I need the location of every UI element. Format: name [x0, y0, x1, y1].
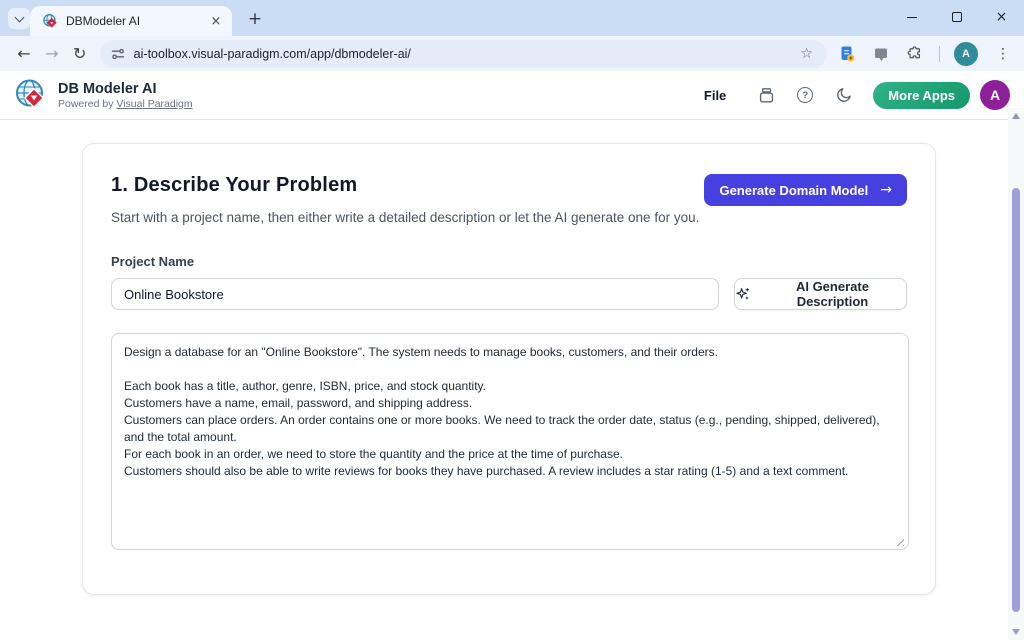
powered-by-prefix: Powered by	[58, 98, 116, 110]
window-minimize-button[interactable]	[889, 0, 934, 34]
powered-by: Powered by Visual Paradigm	[58, 98, 193, 110]
describe-problem-card: 1. Describe Your Problem Start with a pr…	[82, 143, 936, 595]
browser-tab-active[interactable]: DBModeler AI ×	[30, 6, 232, 36]
page-scrollbar[interactable]	[1008, 108, 1024, 640]
window-maximize-button[interactable]	[934, 0, 979, 34]
user-avatar[interactable]: A	[980, 80, 1010, 110]
tab-title: DBModeler AI	[66, 14, 208, 28]
tab-close-icon[interactable]: ×	[208, 13, 224, 29]
page-title: 1. Describe Your Problem	[111, 174, 704, 197]
visual-paradigm-link[interactable]: Visual Paradigm	[116, 98, 192, 110]
close-icon: ×	[996, 9, 1008, 25]
extension-chat-icon[interactable]	[871, 44, 891, 64]
generate-domain-model-button[interactable]: Generate Domain Model →	[704, 174, 907, 206]
new-tab-button[interactable]: +	[244, 8, 266, 30]
browser-menu-icon[interactable]: ⋮	[992, 46, 1014, 62]
window-close-button[interactable]: ×	[979, 0, 1024, 34]
toolbar-separator	[939, 46, 940, 62]
dark-mode-button[interactable]	[834, 85, 854, 105]
app-logo-icon	[14, 78, 48, 112]
reload-button[interactable]: ↻	[66, 40, 94, 68]
forward-button[interactable]: →	[38, 40, 66, 68]
scrollbar-up-arrow-icon[interactable]	[1012, 113, 1020, 119]
toolbar-extensions: A ⋮	[837, 42, 1014, 66]
tab-search-button[interactable]	[8, 8, 30, 29]
arrow-right-icon: →	[880, 182, 892, 198]
sparkles-icon	[735, 286, 751, 302]
help-icon: ?	[797, 87, 813, 103]
window-controls: ×	[889, 0, 1024, 34]
browser-toolbar: ← → ↻ ai-toolbox.visual-paradigm.com/app…	[0, 36, 1024, 71]
project-name-label: Project Name	[111, 254, 907, 269]
moon-icon	[835, 86, 853, 104]
ai-generate-description-button[interactable]: AI Generate Description	[734, 278, 907, 310]
extensions-puzzle-icon[interactable]	[905, 44, 925, 64]
maximize-icon	[952, 12, 962, 22]
app-title-box: DB Modeler AI Powered by Visual Paradigm	[58, 81, 193, 110]
chevron-down-icon	[14, 12, 24, 22]
project-name-input[interactable]	[111, 278, 719, 310]
bookmark-star-icon[interactable]: ☆	[796, 46, 817, 62]
address-bar[interactable]: ai-toolbox.visual-paradigm.com/app/dbmod…	[100, 40, 827, 68]
extension-docs-icon[interactable]	[837, 44, 857, 64]
card-subtitle: Start with a project name, then either w…	[111, 207, 704, 228]
url-text: ai-toolbox.visual-paradigm.com/app/dbmod…	[134, 47, 797, 61]
app-title: DB Modeler AI	[58, 81, 193, 97]
page-content: 1. Describe Your Problem Start with a pr…	[0, 120, 1024, 640]
description-textarea[interactable]: Design a database for an "Online Booksto…	[111, 333, 909, 550]
more-apps-button[interactable]: More Apps	[873, 82, 970, 109]
minimize-icon	[907, 17, 917, 18]
browser-tabstrip: DBModeler AI × + ×	[0, 0, 1024, 36]
tab-favicon-icon	[42, 13, 58, 29]
generate-button-label: Generate Domain Model	[719, 183, 868, 198]
ai-generate-label: AI Generate Description	[759, 279, 906, 309]
file-menu[interactable]: File	[704, 88, 726, 103]
back-button[interactable]: ←	[10, 40, 38, 68]
app-header: DB Modeler AI Powered by Visual Paradigm…	[0, 71, 1024, 120]
scrollbar-down-arrow-icon[interactable]	[1012, 629, 1020, 635]
site-info-icon[interactable]	[110, 46, 126, 62]
browser-profile-avatar[interactable]: A	[954, 42, 978, 66]
print-button[interactable]	[756, 85, 776, 105]
print-icon	[757, 86, 776, 105]
help-button[interactable]: ?	[795, 85, 815, 105]
scrollbar-thumb[interactable]	[1012, 188, 1020, 612]
